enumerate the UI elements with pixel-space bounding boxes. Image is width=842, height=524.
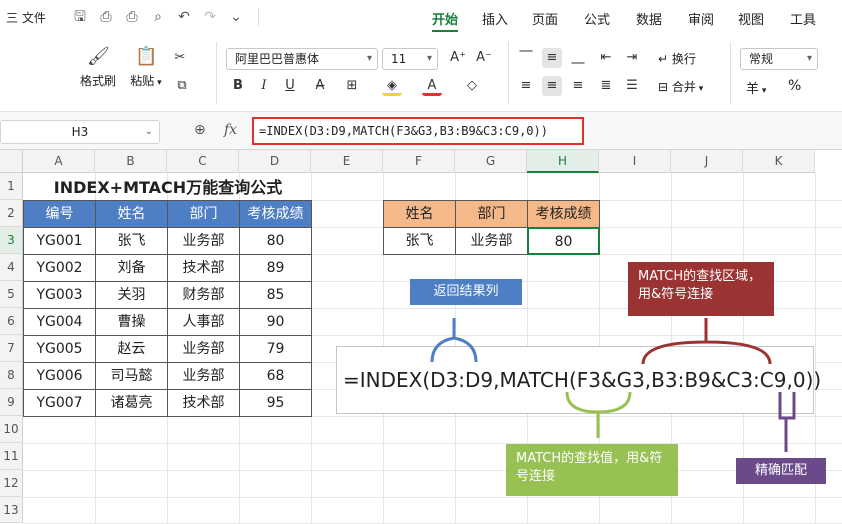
brace-return-column: [430, 318, 478, 363]
brace-match-value: [565, 391, 632, 438]
brace-match-area: [641, 318, 772, 365]
brace-overlay: [430, 318, 796, 452]
brace-exact-match: [778, 392, 796, 452]
